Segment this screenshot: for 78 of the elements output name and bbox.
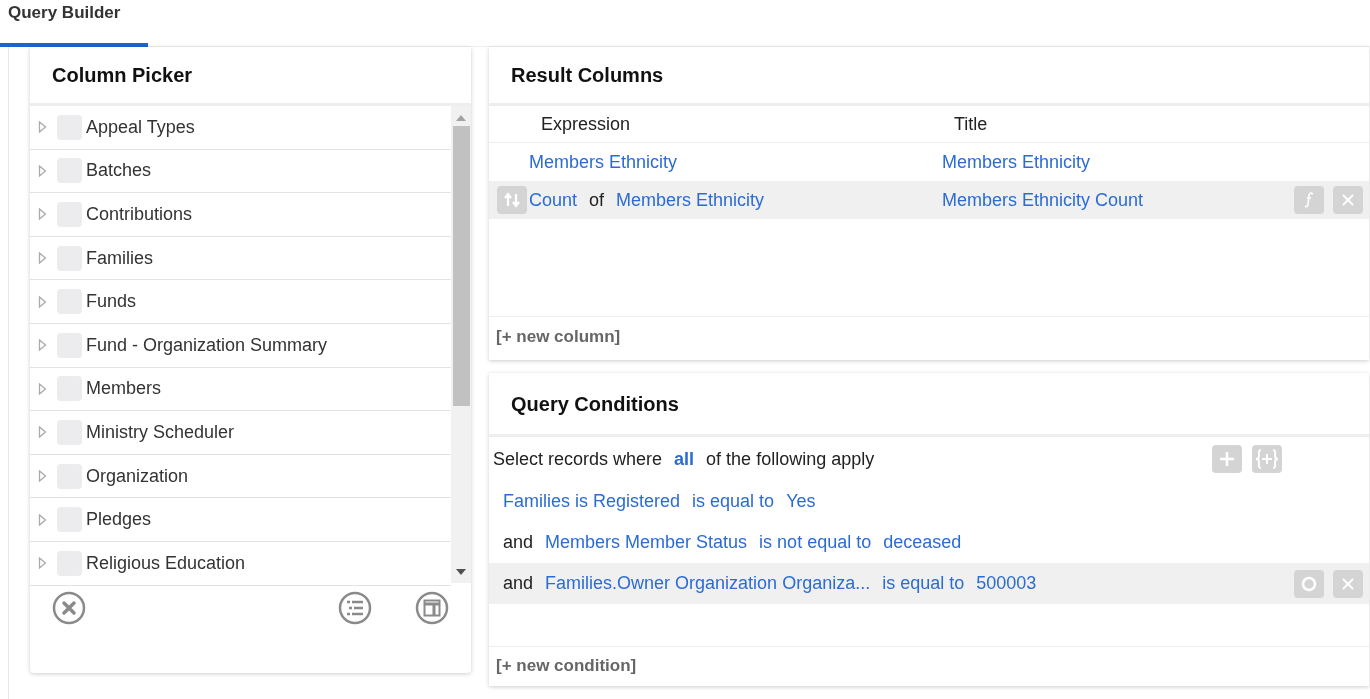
item-label: Pledges [86,508,152,532]
condition-row[interactable]: Families is Registered is equal to Yes [489,481,1369,522]
of-text: of [589,188,605,212]
value-link[interactable]: 500003 [976,570,1294,597]
panel-title: Query Conditions [511,391,679,417]
table-row[interactable]: Count of Members Ethnicity Members Ethnicity Count [489,181,1369,219]
table-row[interactable]: Organization [30,454,451,499]
add-icon[interactable] [1212,445,1243,473]
new-condition-link[interactable]: [+ new condition] [496,652,637,679]
function-icon[interactable] [1294,186,1324,214]
item-label: Appeal Types [86,115,195,139]
conjunction-text: and [503,531,534,554]
table-row[interactable]: Families [30,236,451,281]
condition-row[interactable]: and Families.Owner Organization Organiza... is equal to 500003 [489,563,1369,604]
table-row[interactable]: Contributions [30,193,451,237]
caret-right-icon[interactable] [38,339,48,352]
value-link[interactable]: Yes [786,488,1369,515]
table-row[interactable]: Fund - Organization Summary [30,323,451,368]
item-label: Fund - Organization Summary [86,333,328,357]
table-row[interactable]: Ministry Scheduler [30,411,451,455]
caret-right-icon[interactable] [38,252,48,265]
table-row[interactable]: Members [30,367,451,412]
column-header: Expression [541,112,632,136]
item-label: Contributions [86,203,193,226]
caret-right-icon[interactable] [38,426,48,439]
operator-link[interactable]: is equal to [692,488,775,515]
caret-right-icon[interactable] [38,295,48,308]
item-label: Funds [86,290,137,314]
item-label: Religious Education [86,551,246,575]
item-label: Members [86,377,161,401]
sort-icon[interactable] [497,186,527,214]
caret-right-icon[interactable] [38,164,48,177]
close-icon[interactable] [1333,569,1363,598]
close-icon[interactable] [1333,186,1363,214]
title-link[interactable]: Members Ethnicity Count [942,186,1294,214]
condition-trail-text: of the following apply [706,447,876,471]
field-link[interactable]: Families is Registered [503,488,681,515]
scroll-up-icon[interactable] [456,115,466,121]
condition-row[interactable]: and Members Member Status is not equal to deceased [489,522,1369,563]
scrollbar[interactable] [451,106,471,583]
table-row[interactable]: Batches [30,149,451,194]
quantifier-link[interactable]: all [674,445,695,473]
aggregate-link[interactable]: Count [529,186,578,214]
list-icon[interactable] [338,591,372,625]
item-label: Batches [86,159,152,183]
operator-link[interactable]: is not equal to [759,529,872,556]
table-row[interactable]: Religious Education [30,541,451,586]
scrollbar-thumb[interactable] [452,126,470,406]
expression-link[interactable]: Members Ethnicity [616,186,765,214]
field-link[interactable]: Families.Owner Organization Organiza... [545,570,871,597]
add-group-icon[interactable] [1252,445,1283,473]
table-row[interactable]: Funds [30,280,451,324]
condition-lead-text: Select records where [493,447,663,471]
title-link[interactable]: Members Ethnicity [942,148,1369,176]
caret-right-icon[interactable] [38,121,48,134]
item-label: Organization [86,464,189,488]
item-label: Families [86,246,153,270]
new-column-link[interactable]: [+ new column] [496,324,621,350]
field-link[interactable]: Members Member Status [545,529,748,556]
expression-link[interactable]: Members Ethnicity [529,148,678,176]
layout-icon[interactable] [415,591,449,625]
scroll-down-icon[interactable] [456,569,466,575]
caret-right-icon[interactable] [38,513,48,526]
caret-right-icon[interactable] [38,470,48,483]
operator-link[interactable]: is equal to [882,570,965,597]
conjunction-text: and [503,572,534,595]
value-link[interactable]: deceased [883,529,1369,556]
panel-title: Result Columns [511,63,664,88]
column-header: Title [954,112,988,136]
caret-right-icon[interactable] [38,382,48,395]
table-row[interactable]: Members Ethnicity Members Ethnicity [489,143,1369,181]
caret-right-icon[interactable] [38,557,48,570]
item-label: Ministry Scheduler [86,420,235,444]
table-row[interactable]: Pledges [30,498,451,542]
table-row[interactable]: Appeal Types [30,106,451,150]
clear-icon[interactable] [52,591,86,625]
caret-right-icon[interactable] [38,208,48,221]
panel-title: Column Picker [52,63,193,88]
